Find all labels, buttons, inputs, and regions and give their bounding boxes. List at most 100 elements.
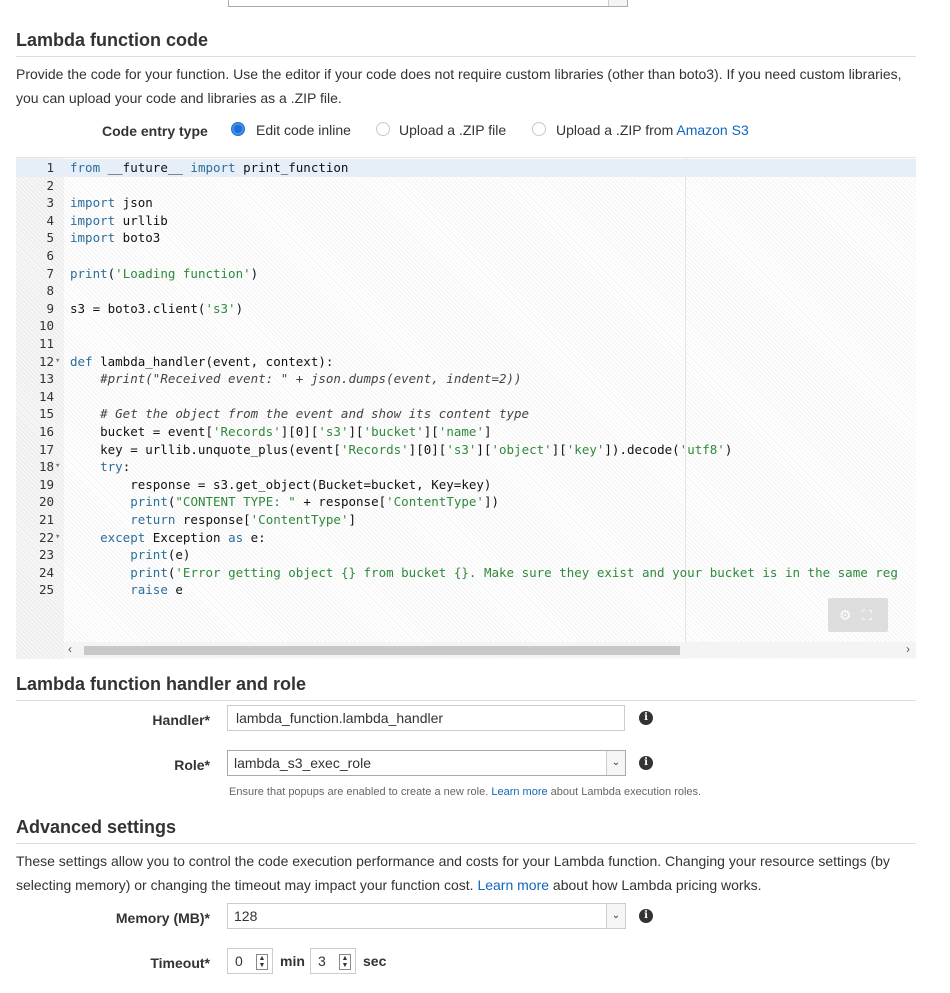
- code-line[interactable]: 12 ▾ def lambda_handler(event, context):: [16, 353, 916, 371]
- description-line: you can upload your code and libraries a…: [16, 90, 342, 106]
- chevron-down-icon[interactable]: ⌄: [606, 751, 625, 775]
- role-help-text: Ensure that popups are enabled to create…: [229, 786, 701, 798]
- code-line[interactable]: 24 print('Error getting object {} from b…: [16, 564, 916, 582]
- divider: [16, 56, 916, 57]
- code-line[interactable]: 3 import json: [16, 194, 916, 212]
- handler-input[interactable]: lambda_function.lambda_handler: [227, 705, 625, 731]
- stepper-arrows-icon[interactable]: ▲ ▼: [339, 954, 351, 970]
- code-text: print('Error getting object {} from buck…: [130, 564, 898, 580]
- previous-select[interactable]: [228, 0, 628, 7]
- code-line[interactable]: 8: [16, 282, 916, 300]
- gear-icon[interactable]: ⚙: [839, 607, 852, 624]
- learn-more-link[interactable]: Learn more: [491, 786, 547, 798]
- line-number: 1: [46, 160, 54, 175]
- horizontal-scrollbar[interactable]: ‹ ›: [64, 642, 916, 658]
- code-text: from __future__ import print_function: [70, 160, 349, 175]
- line-number: 17: [38, 441, 54, 457]
- info-icon[interactable]: i: [639, 756, 653, 770]
- code-line[interactable]: 6: [16, 247, 916, 265]
- memory-select[interactable]: 128 ⌄: [227, 903, 626, 929]
- code-line[interactable]: 17 key = urllib.unquote_plus(event['Reco…: [16, 441, 916, 459]
- line-number: 25: [38, 582, 54, 598]
- code-line[interactable]: 4 import urllib: [16, 212, 916, 230]
- line-number: 3: [46, 195, 54, 211]
- code-line[interactable]: 16 bucket = event['Records'][0]['s3']['b…: [16, 423, 916, 441]
- code-line[interactable]: 18 ▾ try:: [16, 458, 916, 476]
- code-line[interactable]: 11: [16, 335, 916, 353]
- scrollbar-thumb[interactable]: [84, 646, 680, 655]
- help-text: Ensure that popups are enabled to create…: [229, 786, 492, 798]
- divider: [16, 700, 916, 701]
- code-line[interactable]: 5 import boto3: [16, 229, 916, 247]
- code-editor[interactable]: 1 from __future__ import print_function 2 3…: [16, 157, 916, 659]
- code-entry-type-label: Code entry type: [102, 123, 208, 139]
- description-line: Provide the code for your function. Use …: [16, 66, 902, 82]
- fold-arrow-icon[interactable]: ▾: [55, 353, 60, 371]
- radio-label-upload-s3[interactable]: Upload a .ZIP from Amazon S3: [556, 122, 749, 138]
- line-number: 23: [38, 547, 54, 563]
- role-select-value: lambda_s3_exec_role: [234, 755, 371, 771]
- code-line[interactable]: 23 print(e): [16, 546, 916, 564]
- line-number: 13: [38, 371, 54, 387]
- advanced-section-title: Advanced settings: [16, 817, 177, 837]
- code-line[interactable]: 22 ▾ except Exception as e:: [16, 529, 916, 547]
- expand-icon[interactable]: ⛶: [862, 607, 872, 624]
- line-number: 22: [38, 529, 54, 545]
- scroll-left-icon[interactable]: ‹: [68, 642, 72, 656]
- description-line: These settings allow you to control the …: [16, 853, 890, 869]
- radio-upload-s3[interactable]: [532, 122, 546, 136]
- code-text: except Exception as e:: [100, 529, 266, 545]
- code-line[interactable]: 7 print('Loading function'): [16, 265, 916, 283]
- radio-label-edit-inline[interactable]: Edit code inline: [256, 122, 351, 138]
- code-line[interactable]: 10: [16, 317, 916, 335]
- timeout-min-value: 0: [235, 953, 243, 969]
- code-line[interactable]: 9 s3 = boto3.client('s3'): [16, 300, 916, 318]
- code-text: response = s3.get_object(Bucket=bucket, …: [70, 476, 492, 492]
- line-number: 11: [38, 336, 54, 351]
- code-line[interactable]: 15 # Get the object from the event and s…: [16, 405, 916, 423]
- code-text: print('Loading function'): [70, 265, 259, 281]
- radio-edit-inline[interactable]: [231, 122, 245, 136]
- radio-label-upload-zip[interactable]: Upload a .ZIP file: [399, 122, 506, 138]
- advanced-description: These settings allow you to control the …: [16, 849, 916, 897]
- radio-upload-zip[interactable]: [376, 122, 390, 136]
- code-text: bucket = event['Records'][0]['s3']['buck…: [70, 424, 492, 439]
- code-text: print(e): [130, 547, 191, 563]
- role-select[interactable]: lambda_s3_exec_role ⌄: [227, 750, 626, 776]
- line-number: 12: [38, 353, 54, 369]
- code-line[interactable]: 1 from __future__ import print_function: [16, 159, 916, 177]
- timeout-min-stepper[interactable]: 0 ▲ ▼: [227, 948, 273, 974]
- scroll-right-icon[interactable]: ›: [906, 642, 910, 656]
- code-section-title: Lambda function code: [16, 30, 209, 50]
- line-number: 16: [38, 424, 54, 439]
- code-line[interactable]: 19 response = s3.get_object(Bucket=bucke…: [16, 476, 916, 494]
- code-text: s3 = boto3.client('s3'): [70, 300, 244, 316]
- fold-arrow-icon[interactable]: ▾: [55, 458, 60, 476]
- role-label: Role*: [174, 757, 210, 773]
- line-number: 24: [38, 564, 54, 580]
- code-line[interactable]: 14: [16, 388, 916, 406]
- handler-label: Handler*: [152, 712, 210, 728]
- code-section-description: Provide the code for your function. Use …: [16, 62, 916, 110]
- fold-arrow-icon[interactable]: ▾: [55, 529, 60, 547]
- help-text: about Lambda execution roles.: [547, 786, 702, 798]
- code-line[interactable]: 25 raise e: [16, 581, 916, 599]
- code-text: import json: [70, 195, 153, 211]
- chevron-down-icon[interactable]: ⌄: [606, 904, 625, 928]
- code-line[interactable]: 21 return response['ContentType']: [16, 511, 916, 529]
- line-number: 4: [46, 212, 54, 228]
- timeout-sec-value: 3: [318, 953, 326, 969]
- timeout-sec-stepper[interactable]: 3 ▲ ▼: [310, 948, 356, 974]
- amazon-s3-link[interactable]: Amazon S3: [676, 122, 748, 138]
- learn-more-link[interactable]: Learn more: [477, 877, 549, 893]
- code-text: print("CONTENT TYPE: " + response['Conte…: [130, 494, 500, 510]
- code-line[interactable]: 2: [16, 177, 916, 195]
- code-line[interactable]: 20 print("CONTENT TYPE: " + response['Co…: [16, 493, 916, 511]
- timeout-min-unit: min: [280, 953, 305, 969]
- code-line[interactable]: 13 #print("Received event: " + json.dump…: [16, 370, 916, 388]
- info-icon[interactable]: i: [639, 711, 653, 725]
- stepper-arrows-icon[interactable]: ▲ ▼: [256, 954, 268, 970]
- line-number: 10: [38, 318, 54, 334]
- info-icon[interactable]: i: [639, 909, 653, 923]
- handler-section-title: Lambda function handler and role: [16, 674, 307, 694]
